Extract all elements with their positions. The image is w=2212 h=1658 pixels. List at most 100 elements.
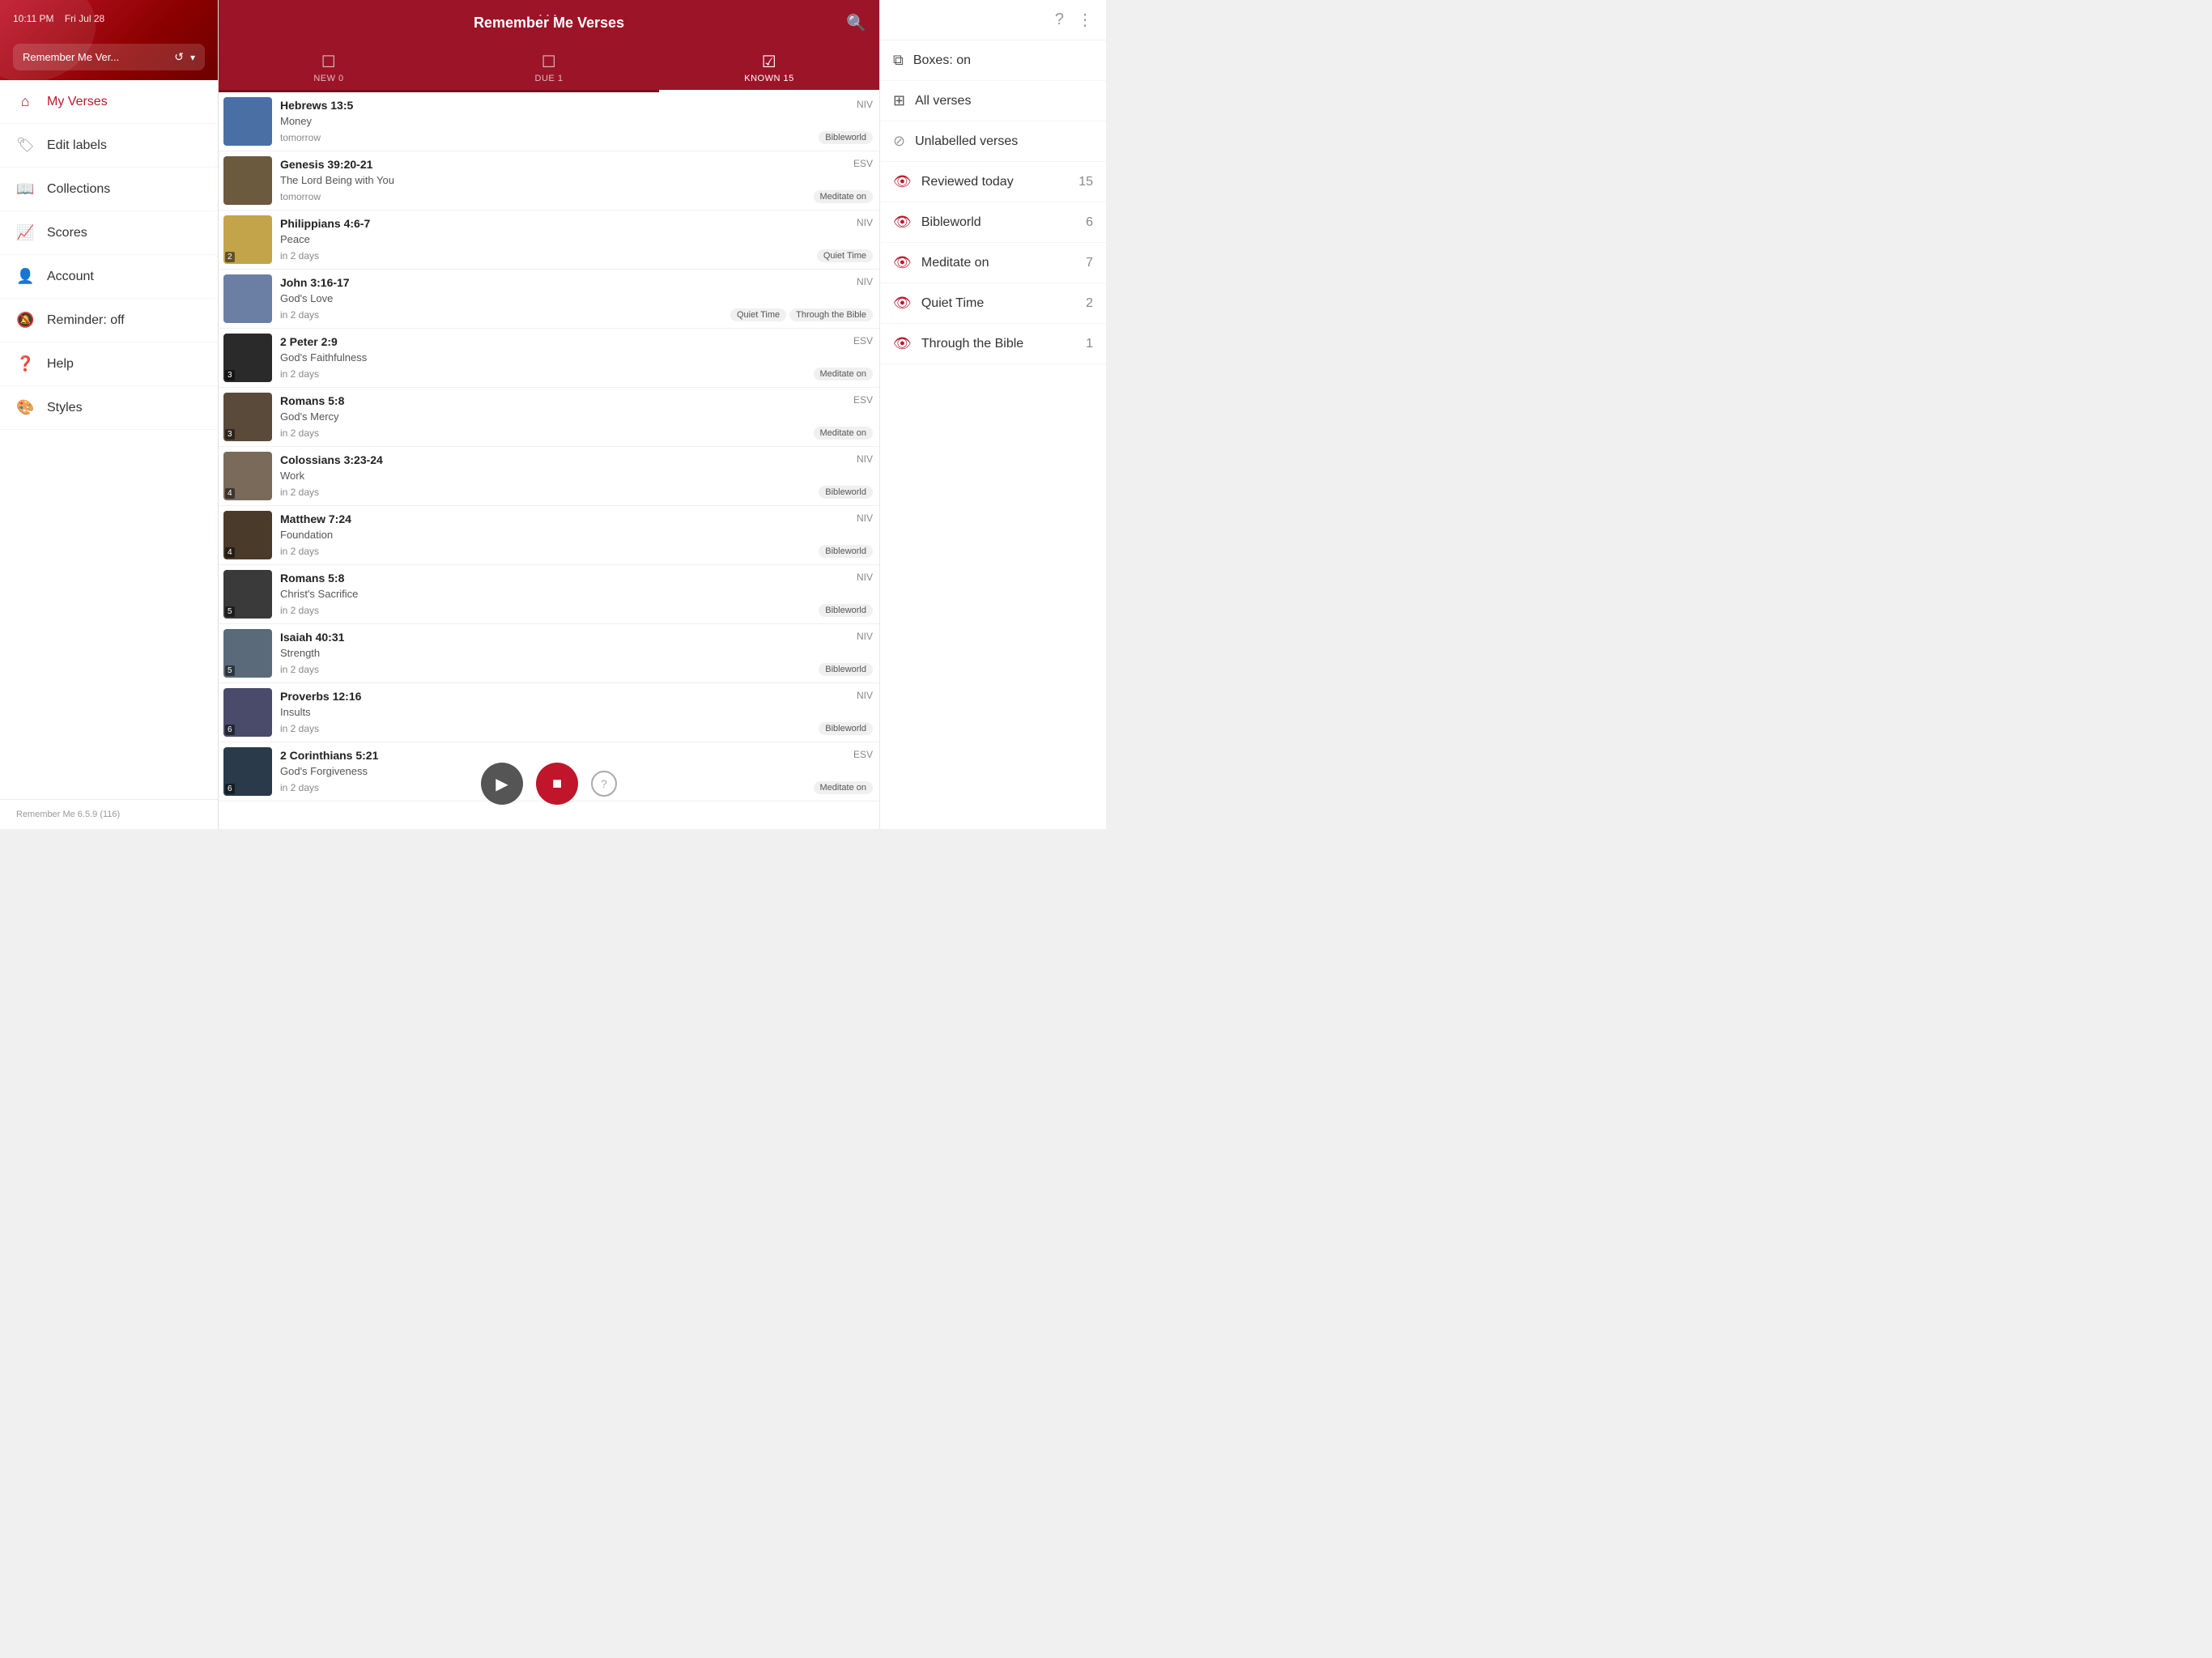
eye-icon: 👁 [893, 173, 912, 190]
verse-reference: Hebrews 13:5 [280, 99, 353, 112]
filter-quiet-time[interactable]: 👁 Quiet Time 2 [880, 283, 1106, 324]
box-number: 5 [225, 606, 235, 617]
verse-item[interactable]: 5Isaiah 40:31NIVStrengthin 2 daysBiblewo… [219, 624, 879, 683]
box-number: 4 [225, 547, 235, 558]
verse-tag: Bibleworld [819, 131, 873, 144]
bell-off-icon: 🔕 [16, 312, 34, 329]
playback-help-button[interactable]: ? [591, 771, 617, 797]
verse-item[interactable]: 32 Peter 2:9ESVGod's Faithfulnessin 2 da… [219, 329, 879, 388]
eye-icon-meditate: 👁 [893, 254, 912, 271]
verse-translation: NIV [857, 690, 873, 701]
verse-translation: ESV [853, 394, 873, 406]
drag-indicator: ··· [538, 6, 560, 23]
verse-reference: Genesis 39:20-21 [280, 158, 372, 171]
verse-due-date: in 2 days [280, 427, 319, 439]
filter-meditate-on[interactable]: 👁 Meditate on 7 [880, 243, 1106, 283]
sidebar-item-help[interactable]: ❓ Help [0, 342, 218, 386]
more-options-icon[interactable]: ⋮ [1077, 10, 1093, 30]
chevron-down-icon[interactable]: ▾ [190, 52, 195, 63]
playback-bar: ▶ ■ ? [481, 763, 617, 805]
app-version: Remember Me 6.5.9 (116) [0, 799, 218, 829]
grid-icon: ⊞ [893, 92, 905, 109]
sidebar-item-edit-labels[interactable]: 🏷 Edit labels [0, 124, 218, 168]
verse-due-date: in 2 days [280, 723, 319, 734]
filter-list: ⧉ Boxes: on ⊞ All verses ⊘ Unlabelled ve… [880, 40, 1106, 829]
verse-reference: Romans 5:8 [280, 572, 344, 585]
verse-reference: 2 Peter 2:9 [280, 335, 338, 348]
tag-icon: 🏷 [16, 137, 34, 154]
eye-icon-quiet: 👁 [893, 295, 912, 312]
verse-due-date: in 2 days [280, 546, 319, 557]
eye-icon-bibleworld: 👁 [893, 214, 912, 231]
verse-tag: Meditate on [814, 190, 873, 203]
verse-topic: Christ's Sacrifice [280, 588, 873, 600]
verse-item[interactable]: 2Philippians 4:6-7NIVPeacein 2 daysQuiet… [219, 210, 879, 270]
filter-unlabelled[interactable]: ⊘ Unlabelled verses [880, 121, 1106, 162]
verse-translation: NIV [857, 99, 873, 110]
verse-reference: Romans 5:8 [280, 394, 344, 407]
verse-reference: Isaiah 40:31 [280, 631, 344, 644]
verse-due-date: in 2 days [280, 664, 319, 675]
verse-reference: Matthew 7:24 [280, 512, 351, 525]
stop-button[interactable]: ■ [536, 763, 578, 805]
sidebar-item-account[interactable]: 👤 Account [0, 255, 218, 299]
filter-through-the-bible[interactable]: 👁 Through the Bible 1 [880, 324, 1106, 364]
box-number: 5 [225, 665, 235, 676]
filter-reviewed-today[interactable]: 👁 Reviewed today 15 [880, 162, 1106, 202]
app-name: Remember Me Ver... [23, 51, 168, 63]
verse-topic: The Lord Being with You [280, 174, 873, 186]
verse-tag: Bibleworld [819, 486, 873, 499]
verse-due-date: tomorrow [280, 191, 321, 202]
tabs-bar: ☐ NEW 0 ☐ DUE 1 ☑ KNOWN 15 [219, 45, 879, 92]
box-number: 3 [225, 429, 235, 440]
verse-translation: ESV [853, 749, 873, 760]
verse-item[interactable]: John 3:16-17NIVGod's Lovein 2 daysQuiet … [219, 270, 879, 329]
verses-list: Hebrews 13:5 NIV Money tomorrow Bibleworld Ge… [219, 92, 879, 829]
verse-item[interactable]: 4Colossians 3:23-24NIVWorkin 2 daysBible… [219, 447, 879, 506]
sidebar-item-my-verses[interactable]: ⌂ My Verses [0, 80, 218, 124]
sidebar-item-reminder[interactable]: 🔕 Reminder: off [0, 299, 218, 342]
book-icon: 📖 [16, 181, 34, 198]
help-circle-icon[interactable]: ? [1055, 11, 1064, 29]
verse-translation: NIV [857, 631, 873, 642]
filter-all-verses[interactable]: ⊞ All verses [880, 81, 1106, 121]
verse-topic: God's Love [280, 292, 873, 304]
main-header: ··· Remember Me Verses 🔍 [219, 0, 879, 45]
sidebar-item-collections[interactable]: 📖 Collections [0, 168, 218, 211]
verse-topic: God's Faithfulness [280, 351, 873, 363]
verse-item[interactable]: Genesis 39:20-21ESVThe Lord Being with Y… [219, 151, 879, 210]
help-icon: ❓ [16, 355, 34, 372]
verse-topic: Money [280, 115, 873, 127]
tab-new[interactable]: ☐ NEW 0 [219, 45, 439, 92]
verse-item[interactable]: 3Romans 5:8ESVGod's Mercyin 2 daysMedita… [219, 388, 879, 447]
new-tab-icon: ☐ [321, 52, 336, 72]
play-button[interactable]: ▶ [481, 763, 523, 805]
app-selector[interactable]: Remember Me Ver... ↺ ▾ [13, 44, 205, 70]
refresh-icon[interactable]: ↺ [174, 50, 184, 64]
verse-topic: Work [280, 470, 873, 482]
filter-bibleworld[interactable]: 👁 Bibleworld 6 [880, 202, 1106, 243]
tab-due[interactable]: ☐ DUE 1 [439, 45, 659, 92]
verse-due-date: in 2 days [280, 309, 319, 321]
home-icon: ⌂ [16, 93, 34, 110]
verse-translation: NIV [857, 512, 873, 524]
box-number: 4 [225, 488, 235, 499]
tab-known[interactable]: ☑ KNOWN 15 [659, 45, 879, 92]
verse-reference: 2 Corinthians 5:21 [280, 749, 378, 762]
verse-item[interactable]: 4Matthew 7:24NIVFoundationin 2 daysBible… [219, 506, 879, 565]
verse-item[interactable]: 6Proverbs 12:16NIVInsultsin 2 daysBiblew… [219, 683, 879, 742]
status-bar-time: 10:11 PM Fri Jul 28 [13, 13, 205, 24]
verse-item[interactable]: Hebrews 13:5NIVMoneytomorrowBibleworld [219, 92, 879, 151]
verse-translation: NIV [857, 453, 873, 465]
verse-reference: Philippians 4:6-7 [280, 217, 370, 230]
sidebar-item-scores[interactable]: 📈 Scores [0, 211, 218, 255]
verse-tag: Bibleworld [819, 604, 873, 617]
sidebar-header: 10:11 PM Fri Jul 28 Remember Me Ver... ↺… [0, 0, 218, 80]
search-icon[interactable]: 🔍 [846, 13, 866, 33]
sidebar-nav: ⌂ My Verses 🏷 Edit labels 📖 Collections … [0, 80, 218, 799]
left-sidebar: 10:11 PM Fri Jul 28 Remember Me Ver... ↺… [0, 0, 219, 829]
verse-due-date: in 2 days [280, 782, 319, 793]
verse-item[interactable]: 5Romans 5:8NIVChrist's Sacrificein 2 day… [219, 565, 879, 624]
filter-boxes[interactable]: ⧉ Boxes: on [880, 40, 1106, 81]
sidebar-item-styles[interactable]: 🎨 Styles [0, 386, 218, 430]
